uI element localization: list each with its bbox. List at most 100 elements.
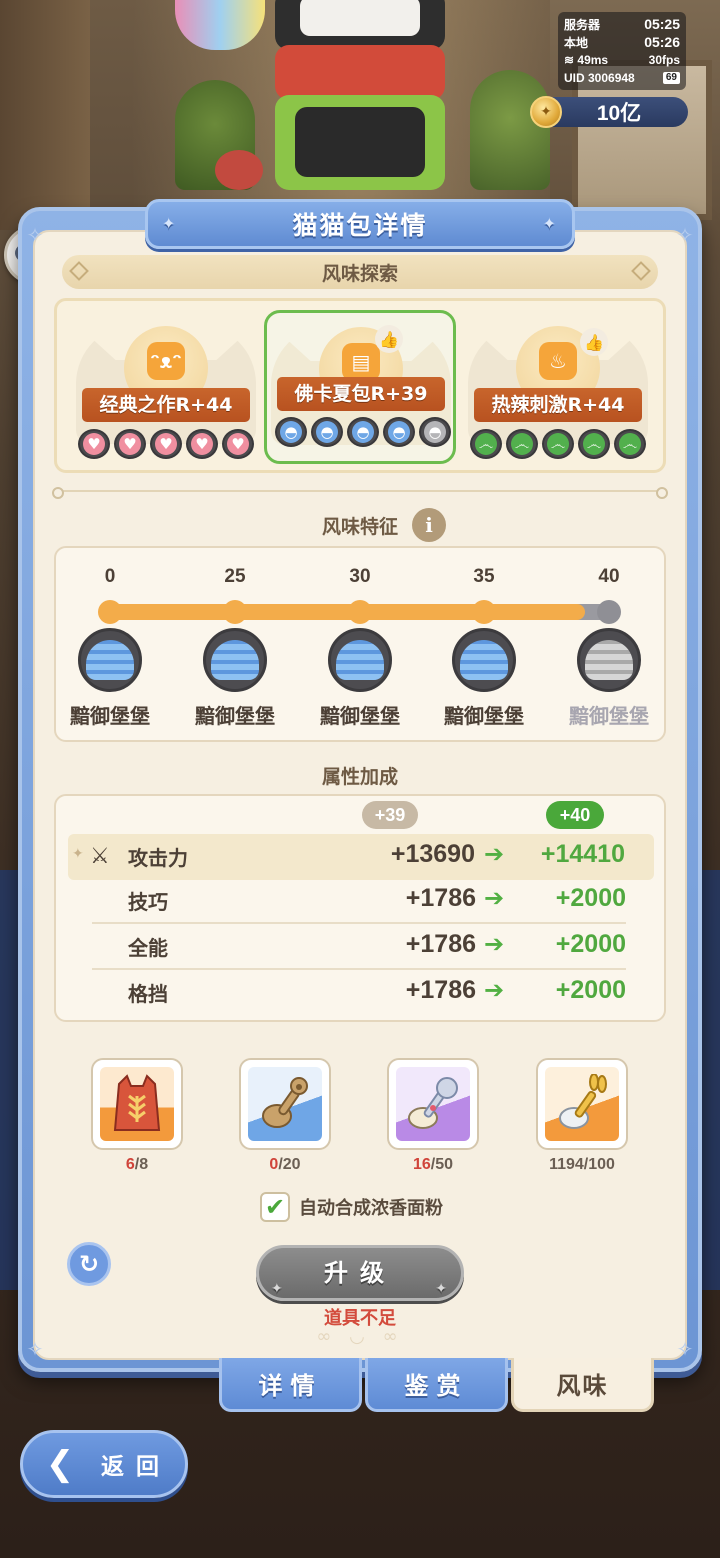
material-need: /8 [134, 1156, 149, 1173]
arrow-right-icon: ➔ [484, 884, 505, 912]
flavor-card-label: 热辣刺激R+44 [474, 388, 642, 422]
heart-icon: ♥ [186, 429, 218, 459]
arrow-right-icon: ➔ [484, 840, 505, 868]
milestone-reward-name: 黯御堡堡 [195, 704, 275, 728]
fps-value: 30fps [648, 53, 680, 67]
auto-combine-checkbox[interactable]: ✔ [260, 1192, 290, 1222]
back-button-label: 返回 [101, 1454, 171, 1480]
material-slot-bg [545, 1067, 619, 1141]
attribute-row-attack: ✦ ⚔ 攻击力 +13690 ➔ +14410 [68, 834, 654, 880]
attribute-bonus-title: 属性加成 [321, 766, 398, 788]
milestone-reward-name: 黯御堡堡 [320, 704, 400, 728]
attribute-row-block: 格挡 +1786 ➔ +2000 [92, 970, 626, 1016]
corner-ornament-icon: ✧ [676, 1337, 694, 1361]
heart-icon: ♥ [78, 429, 110, 459]
auto-combine-label: 自动合成浓香面粉 [299, 1198, 443, 1219]
swirl-icon: ෴ [578, 429, 610, 459]
tab-appreciation[interactable]: 鉴赏 [365, 1358, 508, 1412]
burger-icon [460, 640, 508, 680]
upgrade-button[interactable]: ✦ 升级 ✦ [256, 1245, 464, 1301]
flavor-pips: ෴ ෴ ෴ ෴ ෴ [470, 429, 646, 459]
material-slot-bg [100, 1067, 174, 1141]
flavor-card-spicy[interactable]: ♨ 👍 热辣刺激R+44 ෴ ෴ ෴ ෴ ෴ [468, 312, 648, 462]
thumbs-up-icon: 👍 [375, 325, 403, 353]
sparkle-icon: ✦ [72, 846, 84, 862]
corner-ornament-icon: ✧ [26, 223, 44, 247]
attribute-name: 格挡 [128, 982, 168, 1006]
flavor-card-focaccia[interactable]: ▤ 👍 佛卡夏包R+39 ◓ ◓ ◓ ◓ ◓ [264, 310, 456, 464]
cat-bread-tower [255, 0, 465, 200]
material-need: /20 [278, 1156, 301, 1173]
swirl-icon: ෴ [470, 429, 502, 459]
material-slot-flour[interactable] [93, 1060, 181, 1148]
milestone-reward[interactable] [78, 628, 142, 692]
milestone-reward-locked[interactable] [577, 628, 641, 692]
arrow-right-icon: ➔ [484, 976, 505, 1004]
burger-icon [86, 640, 134, 680]
paw-spoon-icon [262, 1077, 308, 1128]
burger-icon [585, 640, 633, 680]
flavor-traits-title: 风味特征 [321, 516, 398, 538]
sparkle-icon: ✦ [162, 214, 178, 233]
crossed-swords-icon: ⚔ [90, 844, 110, 869]
wifi-icon: ≋ [564, 53, 575, 67]
tab-flavor[interactable]: 风味 [511, 1358, 654, 1412]
local-time: 05:26 [644, 34, 680, 50]
attribute-current: +13690 [390, 840, 475, 868]
attribute-current: +1786 [405, 884, 476, 912]
flavor-explore-title: 风味探索 [321, 262, 398, 285]
burger-icon [211, 640, 259, 680]
rabbit-spoon-icon [559, 1074, 607, 1129]
material-need: /100 [583, 1156, 615, 1173]
attribute-next: +2000 [555, 930, 626, 958]
heart-icon: ♥ [222, 429, 254, 459]
material-count-rabbit-spoon: 1194/100 [522, 1156, 642, 1174]
arrow-right-icon: ➔ [484, 930, 505, 958]
wall-left [0, 0, 90, 230]
milestone-reward[interactable] [452, 628, 516, 692]
server-time: 05:25 [644, 16, 680, 32]
tab-label: 风味 [556, 1372, 609, 1400]
swirl-icon: ෴ [506, 429, 538, 459]
diamond-ornament-icon [69, 261, 89, 281]
milestone-level: 30 [349, 566, 371, 587]
material-slot-bg [396, 1067, 470, 1141]
ping-text: 49ms [577, 53, 609, 67]
tab-label: 鉴赏 [404, 1372, 469, 1400]
meat-decoration [215, 150, 263, 190]
cat-head-icon: ᵔᴥᵔ [147, 342, 185, 380]
section-divider [52, 487, 668, 499]
cat-ornament-icon: ∞ ◡ ∞ [316, 1326, 404, 1347]
attribute-next: +2000 [555, 976, 626, 1004]
tab-details[interactable]: 详情 [219, 1358, 362, 1412]
milestone-reward[interactable] [328, 628, 392, 692]
attribute-row-skill: 技巧 +1786 ➔ +2000 [92, 878, 626, 924]
lollipop-decoration [175, 0, 265, 50]
thumbs-up-icon: 👍 [580, 328, 608, 356]
potted-plant-right [470, 70, 550, 190]
milestone-reward[interactable] [203, 628, 267, 692]
material-have: 0 [269, 1156, 279, 1173]
milestone-node [472, 600, 496, 624]
flavor-card-classic[interactable]: ᵔᴥᵔ 经典之作R+44 ♥ ♥ ♥ ♥ ♥ [76, 312, 256, 462]
material-slot-paw-spoon[interactable] [241, 1060, 329, 1148]
tab-label: 详情 [258, 1372, 323, 1400]
material-slot-cat-spoon[interactable] [389, 1060, 477, 1148]
refresh-button[interactable]: ↻ [67, 1242, 111, 1286]
attribute-next: +2000 [555, 884, 626, 912]
milestone-level: 0 [104, 566, 116, 587]
info-icon[interactable]: i [412, 508, 446, 542]
material-count-cat-spoon: 16/50 [373, 1156, 493, 1174]
local-label: 本地 [564, 35, 589, 50]
battery-indicator: 69 [662, 72, 680, 84]
next-level-badge: +40 [546, 801, 604, 829]
milestone-reward-name: 黯御堡堡 [444, 704, 524, 728]
milestone-node [597, 600, 621, 624]
material-slot-rabbit-spoon[interactable] [538, 1060, 626, 1148]
material-need: /50 [430, 1156, 454, 1173]
attribute-next: +14410 [540, 840, 625, 868]
burger-icon: ◓ [275, 417, 307, 447]
burger-icon: ◓ [383, 417, 415, 447]
checkmark-icon: ✔ [264, 1193, 286, 1221]
flavor-card-label: 经典之作R+44 [82, 388, 250, 422]
